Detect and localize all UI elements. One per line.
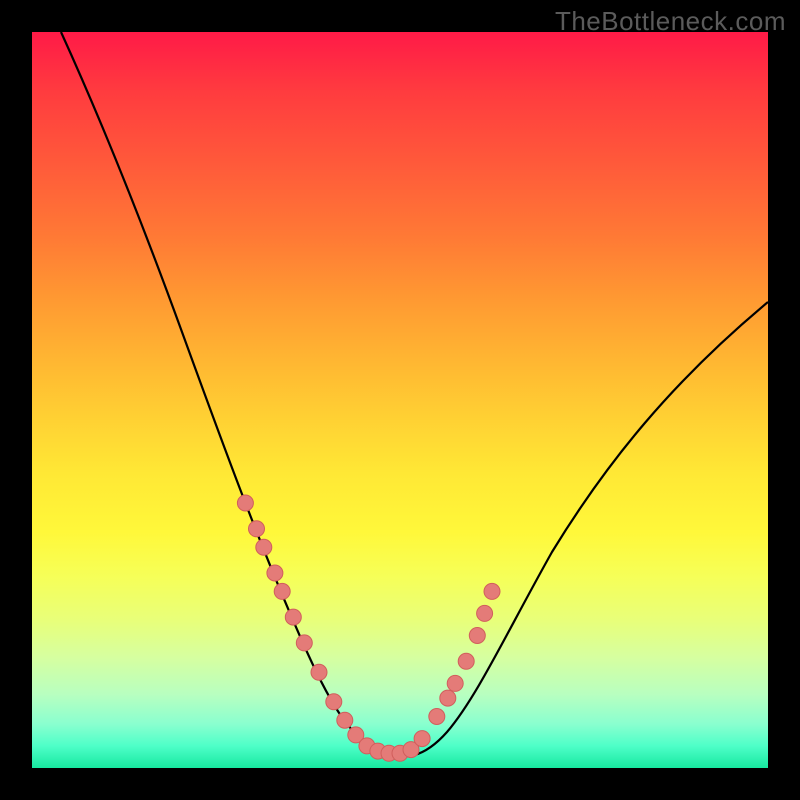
data-point — [274, 583, 290, 599]
data-point — [267, 565, 283, 581]
data-point — [296, 635, 312, 651]
data-point — [285, 609, 301, 625]
marker-group — [237, 495, 500, 761]
chart-frame: TheBottleneck.com — [0, 0, 800, 800]
data-point — [440, 690, 456, 706]
bottleneck-curve — [61, 32, 768, 757]
watermark-text: TheBottleneck.com — [555, 6, 786, 37]
data-point — [469, 628, 485, 644]
data-point — [484, 583, 500, 599]
data-point — [326, 694, 342, 710]
data-point — [429, 709, 445, 725]
data-point — [249, 521, 265, 537]
data-point — [458, 653, 474, 669]
plot-area — [32, 32, 768, 768]
curve-layer — [32, 32, 768, 768]
data-point — [237, 495, 253, 511]
data-point — [414, 731, 430, 747]
data-point — [337, 712, 353, 728]
data-point — [256, 539, 272, 555]
data-point — [311, 664, 327, 680]
data-point — [477, 605, 493, 621]
data-point — [447, 675, 463, 691]
